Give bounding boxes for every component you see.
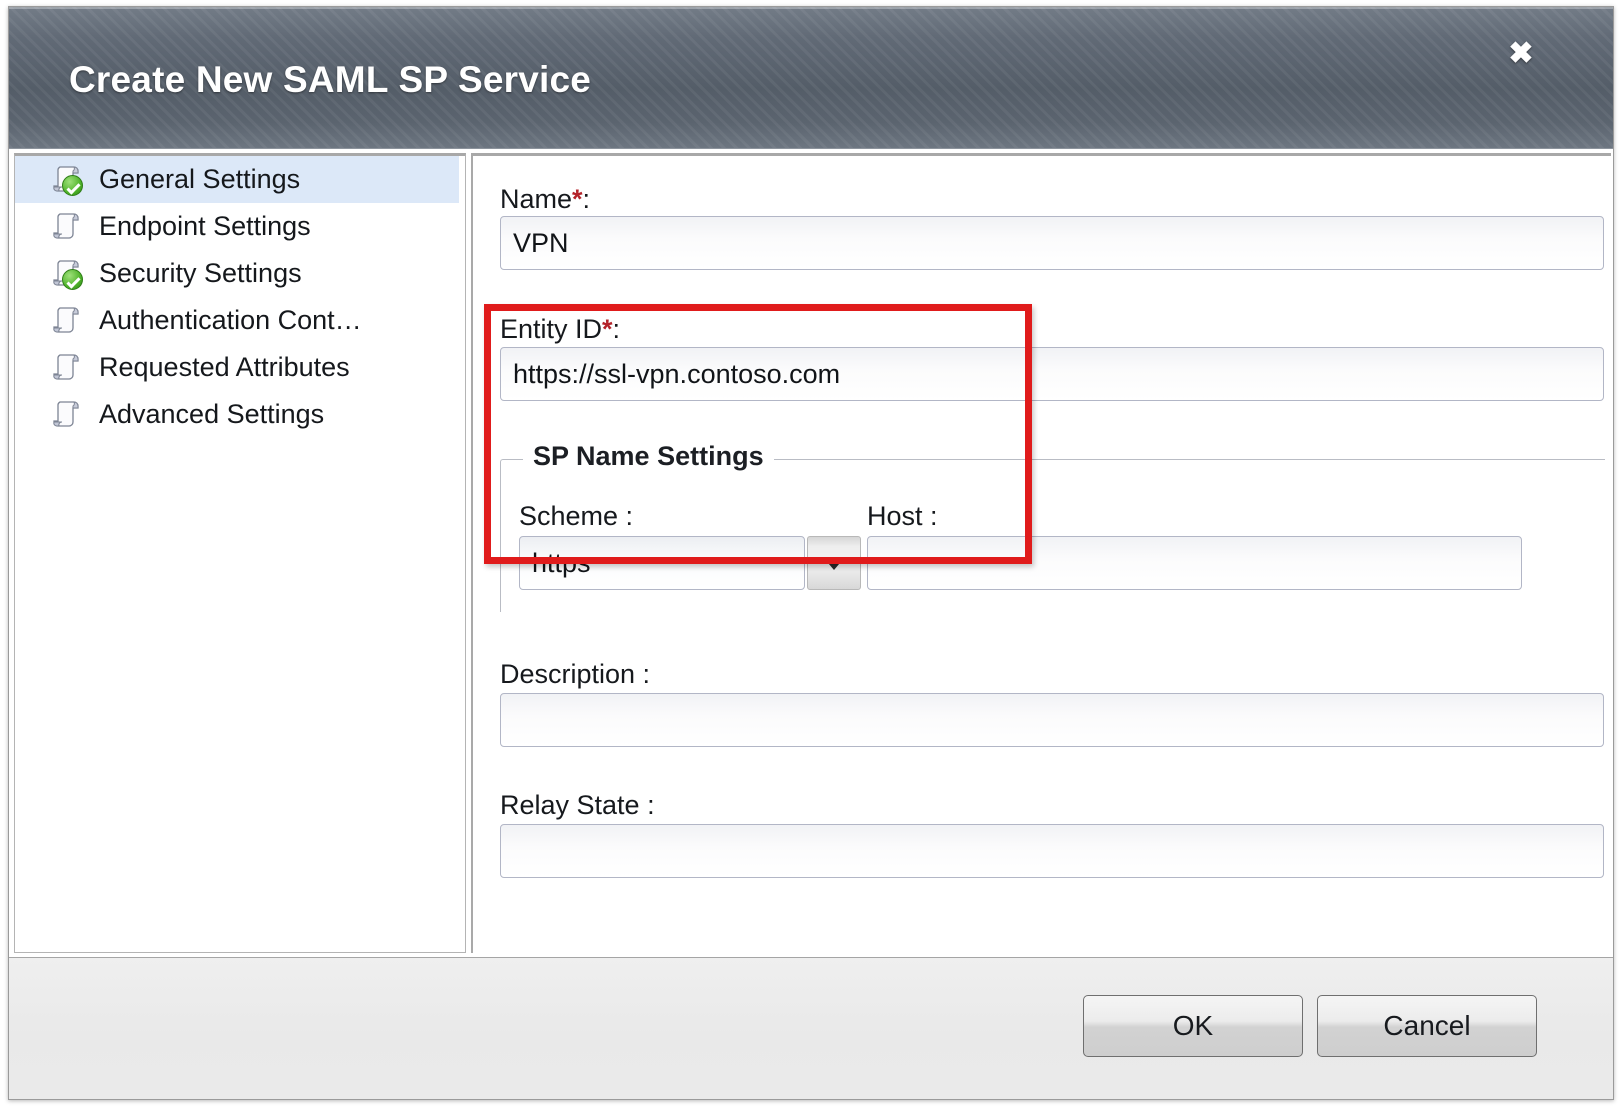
scheme-select[interactable]: https [519,536,861,590]
scheme-select-value[interactable]: https [519,536,805,590]
ok-button[interactable]: OK [1083,995,1303,1057]
sidebar-item-label: Requested Attributes [99,354,350,381]
name-label-text: Name [500,184,572,214]
sidebar-item-label: Endpoint Settings [99,213,311,240]
name-label: Name*: [500,186,590,213]
entity-id-input[interactable] [500,347,1604,401]
document-icon [51,398,85,432]
close-icon[interactable]: ✖ [1501,34,1541,74]
dialog-titlebar: Create New SAML SP Service ✖ [9,7,1613,149]
required-marker: * [602,314,613,344]
name-label-suffix: : [583,184,591,214]
description-input[interactable] [500,693,1604,747]
name-input[interactable] [500,216,1604,270]
description-label: Description : [500,661,650,688]
sidebar-item-label: General Settings [99,166,300,193]
sidebar-item-requested-attributes[interactable]: Requested Attributes [15,344,465,391]
entity-id-label-text: Entity ID [500,314,602,344]
sidebar-item-security-settings[interactable]: Security Settings [15,250,465,297]
sidebar-item-label: Authentication Cont… [99,307,362,334]
dialog-body: General Settings Endpoint Settings [9,149,1613,957]
sidebar-item-advanced-settings[interactable]: Advanced Settings [15,391,465,438]
dialog-title: Create New SAML SP Service [69,59,591,101]
settings-sidebar: General Settings Endpoint Settings [14,153,466,953]
document-icon [51,210,85,244]
create-saml-sp-service-dialog: Create New SAML SP Service ✖ General Set… [8,6,1614,1100]
dialog-footer: OK Cancel [9,957,1613,1099]
document-icon [51,351,85,385]
host-label: Host : [867,503,938,530]
cancel-button[interactable]: Cancel [1317,995,1537,1057]
sidebar-item-label: Security Settings [99,260,302,287]
relay-state-input[interactable] [500,824,1604,878]
check-badge-icon [62,269,83,290]
entity-id-label-suffix: : [613,314,621,344]
sidebar-item-general-settings[interactable]: General Settings [15,156,459,203]
general-settings-pane: Name*: Entity ID*: SP Name Settings Sche… [471,153,1611,953]
required-marker: * [572,184,583,214]
document-check-icon [51,163,85,197]
sidebar-item-label: Advanced Settings [99,401,324,428]
host-input[interactable] [867,536,1522,590]
entity-id-label: Entity ID*: [500,316,620,343]
relay-state-label: Relay State : [500,792,655,819]
scheme-label: Scheme : [519,503,633,530]
sidebar-item-authentication-context[interactable]: Authentication Cont… [15,297,465,344]
document-icon [51,304,85,338]
sidebar-item-endpoint-settings[interactable]: Endpoint Settings [15,203,465,250]
document-check-icon [51,257,85,291]
check-badge-icon [62,175,83,196]
chevron-down-icon[interactable] [807,536,861,590]
sp-name-settings-legend: SP Name Settings [523,441,774,472]
